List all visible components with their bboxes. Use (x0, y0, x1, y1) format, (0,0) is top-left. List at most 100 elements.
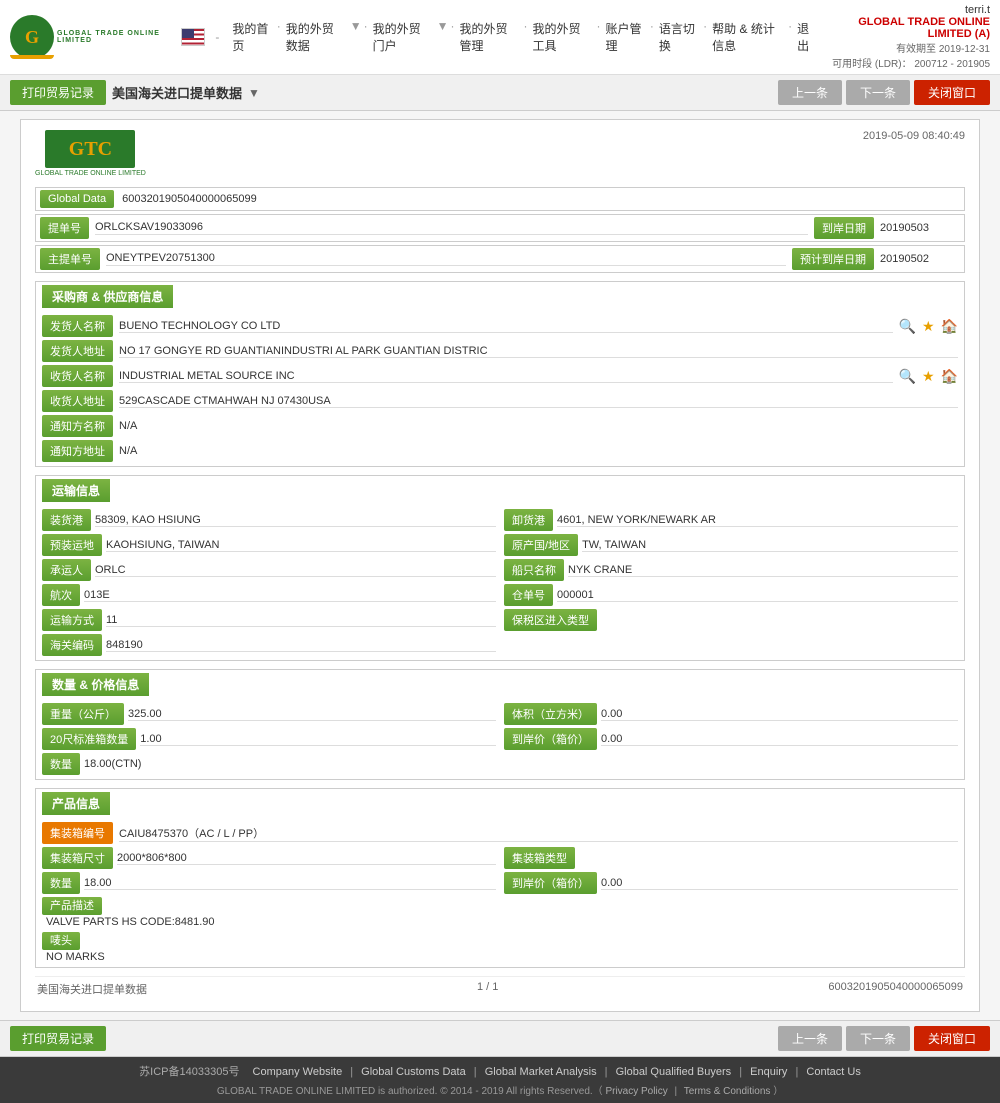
footer-link-customs[interactable]: Global Customs Data (361, 1066, 466, 1078)
gtc-logo: G GLOBAL TRADE ONLINE LIMITED (10, 15, 171, 59)
transport-mode-value: 11 (106, 614, 496, 627)
origin-country-label: 原产国/地区 (504, 534, 578, 556)
nav-language[interactable]: 语言切换 (656, 19, 701, 55)
footer-icp: 苏ICP备14033305号 (139, 1066, 239, 1078)
privacy-policy-link[interactable]: Privacy Policy (605, 1086, 667, 1097)
footer-links: 苏ICP备14033305号 Company Website | Global … (6, 1063, 994, 1079)
doc-logo: GTC GLOBAL TRADE ONLINE LIMITED (35, 130, 146, 177)
product-description-value: VALVE PARTS HS CODE:8481.90 (42, 916, 958, 928)
transport-section: 运输信息 装货港 58309, KAO HSIUNG 卸货港 4601, NEW… (35, 475, 965, 661)
footer-link-buyers[interactable]: Global Qualified Buyers (616, 1066, 732, 1078)
product-section-title: 产品信息 (42, 792, 110, 815)
terms-conditions-link[interactable]: Terms & Conditions (684, 1086, 771, 1097)
home-icon[interactable]: 🏠 (941, 318, 958, 335)
bill-no-label: 提单号 (40, 217, 89, 239)
bill-no-value: ORLCKSAV19033096 (95, 221, 808, 235)
search-icon-2[interactable]: 🔍 (899, 368, 916, 385)
global-data-label: Global Data (40, 190, 114, 208)
arrival-price-value: 0.00 (601, 733, 958, 746)
shipper-section: 采购商 & 供应商信息 发货人名称 BUENO TECHNOLOGY CO LT… (35, 281, 965, 467)
warehouse-label: 仓单号 (504, 584, 553, 606)
origin-country-value: TW, TAIWAN (582, 539, 958, 552)
prev-button[interactable]: 上一条 (778, 80, 842, 105)
home-icon-2[interactable]: 🏠 (941, 368, 958, 385)
nav-logout[interactable]: 退出 (794, 19, 820, 55)
volume-value: 0.00 (601, 708, 958, 721)
notify-name-label: 通知方名称 (42, 415, 113, 437)
master-bill-label: 主提单号 (40, 248, 100, 270)
shipper-name-label: 发货人名称 (42, 315, 113, 337)
star-icon[interactable]: ★ (922, 318, 935, 335)
voyage-label: 航次 (42, 584, 80, 606)
loading-port-label: 装货港 (42, 509, 91, 531)
star-icon-2[interactable]: ★ (922, 368, 935, 385)
consignee-addr-value: 529CASCADE CTMAHWAH NJ 07430USA (119, 395, 958, 408)
shipper-section-title: 采购商 & 供应商信息 (42, 285, 173, 308)
master-bill-value: ONEYTPEV20751300 (106, 252, 786, 266)
nav-help[interactable]: 帮助 & 统计信息 (709, 19, 786, 55)
close-button[interactable]: 关闭窗口 (914, 80, 990, 105)
prev-button-bottom[interactable]: 上一条 (778, 1026, 842, 1051)
shipper-addr-value: NO 17 GONGYE RD GUANTIANINDUSTRI AL PARK… (119, 345, 958, 358)
flag-icon (181, 28, 205, 46)
nav-foreign-tools[interactable]: 我的外贸工具 (529, 19, 594, 55)
document-container: GTC GLOBAL TRADE ONLINE LIMITED 2019-05-… (0, 111, 1000, 1020)
quantity-label: 数量 (42, 753, 80, 775)
product-arrival-price-value: 0.00 (601, 877, 958, 890)
page-number: 1 / 1 (477, 981, 498, 997)
vessel-value: NYK CRANE (568, 564, 958, 577)
consignee-name-value: INDUSTRIAL METAL SOURCE INC (119, 370, 893, 383)
valid-until-value: 2019-12-31 (939, 44, 990, 55)
container-size-value: 2000*806*800 (117, 852, 496, 865)
notify-name-value: N/A (119, 420, 958, 432)
valid-until-label: 有效期至 (896, 44, 936, 55)
nav-import-data[interactable]: 我的外贸数据 (283, 19, 348, 55)
doc-timestamp: 2019-05-09 08:40:49 (863, 130, 965, 142)
global-data-row: Global Data 6003201905040000065099 (35, 187, 965, 211)
product-section: 产品信息 集装箱编号 CAIU8475370（AC / L / PP） 集装箱尺… (35, 788, 965, 968)
footer-link-market[interactable]: Global Market Analysis (485, 1066, 597, 1078)
search-icon[interactable]: 🔍 (899, 318, 916, 335)
consignee-name-label: 收货人名称 (42, 365, 113, 387)
vessel-label: 船只名称 (504, 559, 564, 581)
arrival-date-value: 20190503 (880, 222, 960, 234)
marks-label: 唛头 (42, 932, 80, 950)
marks-value: NO MARKS (42, 951, 958, 963)
page-title: 美国海关进口提单数据 (112, 83, 242, 102)
footer: 苏ICP备14033305号 Company Website | Global … (0, 1057, 1000, 1103)
footer-link-enquiry[interactable]: Enquiry (750, 1066, 787, 1078)
global-data-value: 6003201905040000065099 (122, 193, 257, 205)
print-trade-button[interactable]: 打印贸易记录 (10, 80, 106, 105)
transport-mode-label: 运输方式 (42, 609, 102, 631)
product-quantity-label: 数量 (42, 872, 80, 894)
arrival-date-label: 到岸日期 (814, 217, 874, 239)
next-button[interactable]: 下一条 (846, 80, 910, 105)
notify-addr-value: N/A (119, 445, 958, 457)
title-arrow: ▼ (248, 86, 260, 100)
doc-header: GTC GLOBAL TRADE ONLINE LIMITED 2019-05-… (35, 130, 965, 177)
customs-code-value: 848190 (106, 639, 496, 652)
carrier-label: 承运人 (42, 559, 91, 581)
quantity-value: 18.00(CTN) (84, 758, 141, 770)
loading-port-value: 58309, KAO HSIUNG (95, 514, 496, 527)
unloading-port-value: 4601, NEW YORK/NEWARK AR (557, 514, 958, 527)
nav-foreign-mgmt[interactable]: 我的外贸管理 (456, 19, 521, 55)
nav-account[interactable]: 账户管理 (602, 19, 647, 55)
print-trade-button-bottom[interactable]: 打印贸易记录 (10, 1026, 106, 1051)
top-toolbar: 打印贸易记录 美国海关进口提单数据 ▼ 上一条 下一条 关闭窗口 (0, 75, 1000, 111)
flag-separator: - (215, 30, 219, 44)
container-no-value: CAIU8475370（AC / L / PP） (119, 825, 958, 842)
weight-label: 重量（公斤） (42, 703, 124, 725)
nav-export-portal[interactable]: 我的外贸门户 (370, 19, 435, 55)
shipper-addr-label: 发货人地址 (42, 340, 113, 362)
footer-link-company[interactable]: Company Website (253, 1066, 343, 1078)
next-button-bottom[interactable]: 下一条 (846, 1026, 910, 1051)
product-quantity-value: 18.00 (84, 877, 496, 890)
carrier-value: ORLC (95, 564, 496, 577)
pre-loading-value: KAOHSIUNG, TAIWAN (106, 539, 496, 552)
close-button-bottom[interactable]: 关闭窗口 (914, 1026, 990, 1051)
footer-link-contact[interactable]: Contact Us (806, 1066, 860, 1078)
notify-addr-label: 通知方地址 (42, 440, 113, 462)
nav-home[interactable]: 我的首页 (229, 19, 274, 55)
weight-value: 325.00 (128, 708, 496, 721)
